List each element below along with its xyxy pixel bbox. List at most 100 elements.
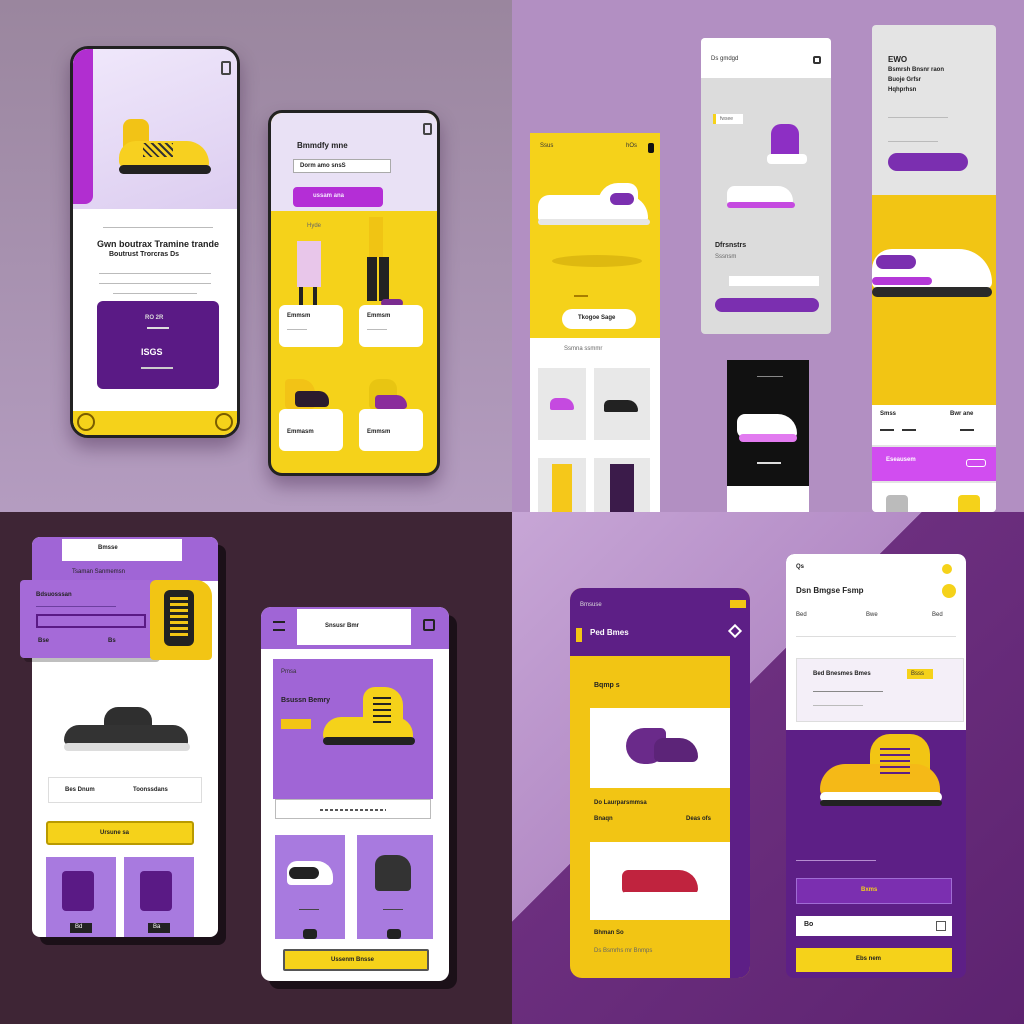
product-card[interactable] [590,842,730,920]
close-icon[interactable] [936,921,946,931]
product-sub: Sssnsm [715,254,737,260]
hero-label: hOs [626,143,638,149]
col-label: Bed [796,612,807,618]
accent-stripe [73,49,93,204]
boot-image [323,687,415,757]
product-image-boot [285,379,335,413]
product-card[interactable]: Emmasm [279,409,343,451]
product-image-trousers [361,217,405,313]
user-avatar[interactable] [942,584,956,598]
sneaker-image [64,707,190,759]
shadow-ellipse [552,255,642,267]
sneaker-image [538,173,654,243]
chip[interactable]: fwsee [713,114,743,124]
promo-banner[interactable]: Eseausem [872,447,996,481]
product-tile[interactable] [275,835,345,939]
bottom-bar [73,411,237,435]
screen-title: Dsn Bmgse Fsmp [796,586,864,595]
tab-label[interactable]: Ds gmdgd [711,56,738,62]
product-card[interactable]: Emmsm [279,305,343,347]
section-label: Bqmp s [594,682,620,689]
menu-icon[interactable] [273,621,285,631]
mockup-panel-bottom-right: Bmsuse Ped Bmes Bqmp s Do Laurparsmmsa B… [512,512,1024,1024]
menu-icon[interactable] [215,413,233,431]
col-label: Bed [932,612,943,618]
sneaker-image [113,119,213,189]
product-tile[interactable]: Ba [124,857,194,937]
description-line: Buoje Grfsr [888,77,922,83]
chip[interactable] [730,600,746,608]
quantity-field[interactable] [729,276,819,286]
filter-card[interactable]: Bed Bnesmes Bmes Bsss [796,658,964,722]
primary-button[interactable]: ussam ana [293,187,383,207]
product-image-sneaker [622,864,702,904]
mockup-panel-top-left: Gwn boutrax Tramine trande Boutrust Tror… [0,0,512,512]
item-tag: Bnaqn [594,816,613,822]
landing-title: EWO [888,55,908,64]
product-tile[interactable] [538,368,586,440]
product-tile[interactable] [594,458,650,512]
hero-title: Pmsa [281,669,297,675]
subline: Boutrust Trorcras Ds [109,251,180,258]
text-input[interactable]: Bo [796,916,952,936]
button[interactable]: Bxms [796,878,952,904]
product-strip [872,483,996,512]
header-card: Bmsse [62,539,182,561]
product-card[interactable]: Emmsm [359,409,423,451]
label-a: Smss [880,411,897,417]
phone-mockup-e: Bmsuse Ped Bmes Bqmp s Do Laurparsmmsa B… [570,588,750,978]
lower-section: Ssmna ssmmr [530,338,660,512]
add-to-cart-button[interactable] [715,298,819,312]
hero-panel: Pmsa Bsussn Bemry [273,659,433,799]
text-input[interactable] [36,614,146,628]
cta-button[interactable]: Ebs nem [796,948,952,972]
cta-button[interactable]: Tkogoe Sage [562,309,636,329]
info-panel: Smss Bwr ane [872,405,996,445]
bag-icon[interactable] [423,123,432,135]
promo-card[interactable]: RO 2R ISGS [97,301,219,389]
product-tile[interactable]: Bd [46,857,116,937]
product-tile[interactable] [594,368,650,440]
divider [103,227,213,228]
bag-icon[interactable] [221,61,231,75]
product-tile[interactable] [538,458,586,512]
description-line: Bsmrsh Bnsnr raon [888,67,945,73]
app-title: Bmmdfy mne [297,141,348,150]
cta-button[interactable]: Ursune sa [46,821,194,845]
phone-mockup-a: Gwn boutrax Tramine trande Boutrust Tror… [70,46,240,438]
side-strip [730,656,750,978]
bottom-strip [727,486,809,512]
home-icon[interactable] [77,413,95,431]
product-image-heel [626,724,698,772]
bag-icon[interactable] [648,143,654,153]
mockup-panel-top-right: Ssus hOs Tkogoe Sage Ssmna ssmmr Ds gmdg… [512,0,1024,512]
search-input[interactable]: Dorm amo snsS [293,159,391,173]
chip[interactable] [281,719,311,729]
product-image-pants [293,241,323,313]
meta-label: Qs [796,564,805,570]
tab-label[interactable]: Hyde [307,223,321,229]
top-card: Qs Dsn Bmgse Fsmp Bed Bwe Bed Bed Bnesme… [786,554,966,730]
item-name: Bhman So [594,930,624,936]
phone-mockup-f: Qs Dsn Bmgse Fsmp Bed Bwe Bed Bed Bnesme… [786,554,966,978]
product-card[interactable]: Emmsm [359,305,423,347]
tag-label: Ssus [540,143,554,149]
diamond-icon[interactable] [727,623,743,639]
screen-title: Ped Bmes [590,628,629,637]
product-tile[interactable] [357,835,433,939]
primary-button[interactable] [888,153,968,171]
product-card[interactable] [590,708,730,788]
sneaker-image [872,231,996,315]
bag-icon[interactable] [813,56,821,64]
mockup-panel-bottom-left: Bmsse Tsaman Sanmemsn Bes Dnum Toonssdan… [0,512,512,1024]
item-price: Deas ofs [686,816,712,822]
search-input[interactable] [275,799,431,819]
product-title: Dfrsnstrs [715,242,747,249]
high-top-sneaker-image [761,124,811,180]
caption: Ds Bsmrhs mr Bnmps [594,948,653,954]
bag-icon[interactable] [423,619,435,631]
cta-button[interactable]: Ussenm Bnsse [283,949,429,971]
phone-mockup-b: Bmmdfy mne Dorm amo snsS ussam ana Hyde … [268,110,440,476]
item-name: Do Laurparsmmsa [594,800,647,806]
subheader-bar: Tsaman Sanmemsn [32,561,218,581]
